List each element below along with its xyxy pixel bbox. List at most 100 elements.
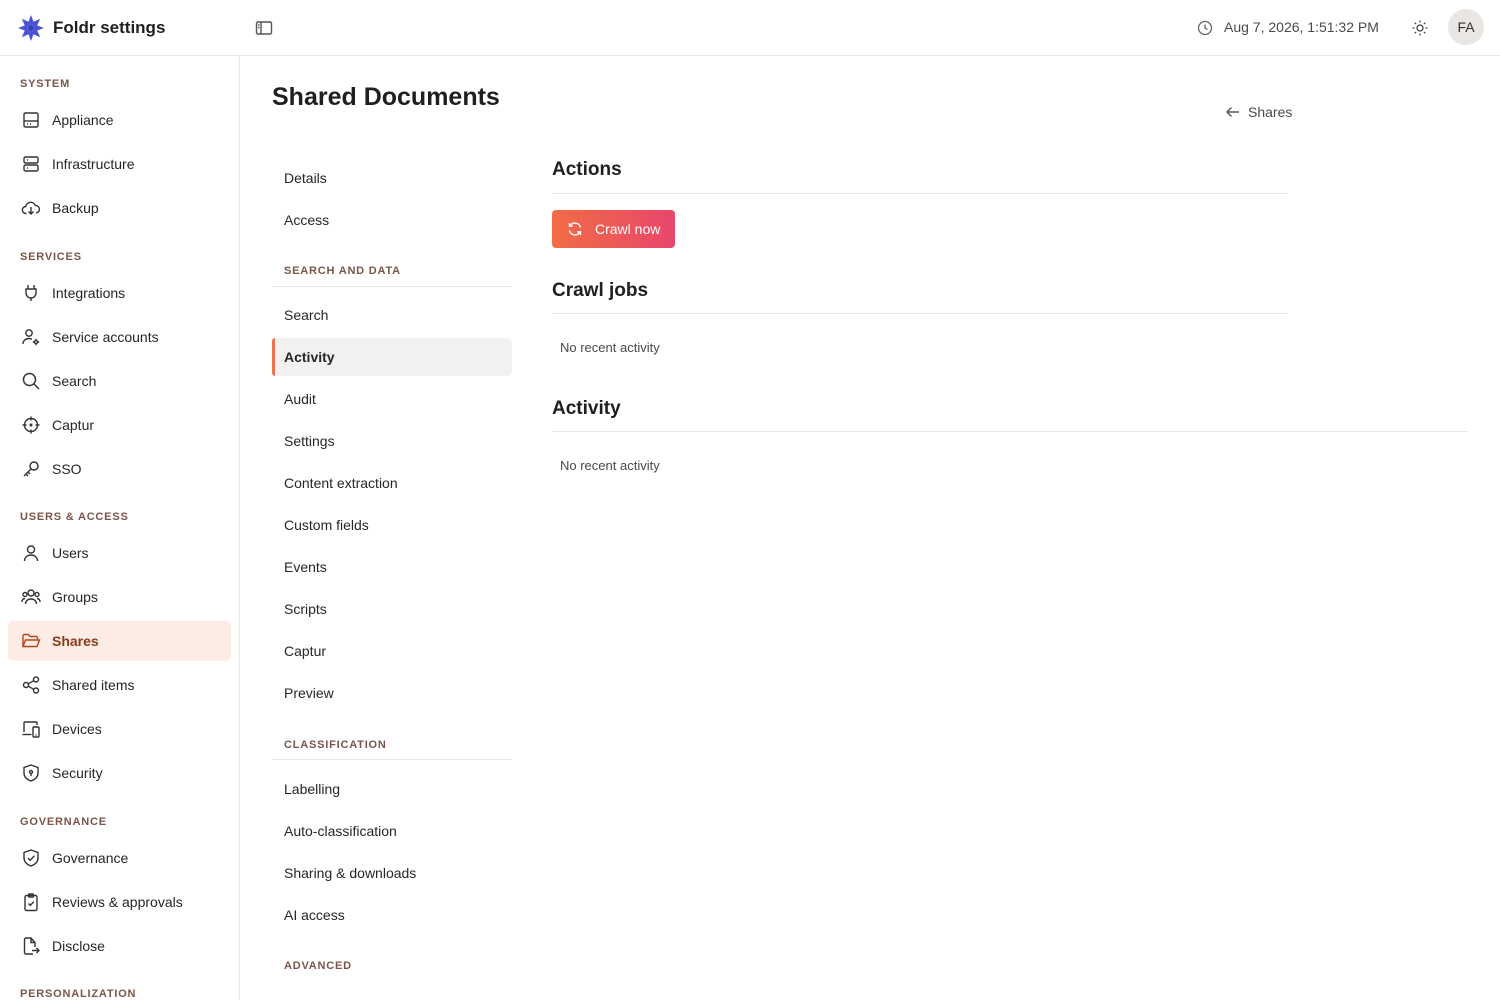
subnav-item-auto-classification[interactable]: Auto-classification — [272, 812, 512, 850]
subnav-item-label: Scripts — [284, 601, 327, 617]
subnav-item-label: Events — [284, 559, 327, 575]
sidebar-item-sso[interactable]: SSO — [8, 449, 231, 489]
sidebar-item-shared-items[interactable]: Shared items — [8, 665, 231, 705]
section-divider — [552, 193, 1288, 194]
clipboard-check-icon — [21, 892, 41, 912]
sidebar-item-groups[interactable]: Groups — [8, 577, 231, 617]
sidebar-item-label: Groups — [52, 589, 98, 605]
subnav-divider — [272, 759, 512, 760]
sidebar-item-label: Search — [52, 373, 97, 389]
sidebar-item-shares[interactable]: Shares — [8, 621, 231, 661]
activity-section-title: Activity — [552, 398, 621, 419]
sidebar-item-label: Shares — [52, 633, 99, 649]
sidebar-section-users-access: USERS & ACCESS — [20, 511, 129, 523]
arrow-left-icon — [1226, 107, 1239, 117]
sidebar-item-label: Devices — [52, 721, 102, 737]
subnav-item-labelling[interactable]: Labelling — [272, 770, 512, 808]
users-group-icon — [21, 587, 41, 607]
subnav-item-events[interactable]: Events — [272, 548, 512, 586]
section-divider — [552, 313, 1288, 314]
sidebar-item-reviews-approvals[interactable]: Reviews & approvals — [8, 882, 231, 922]
key-icon — [21, 459, 41, 479]
sidebar-item-captur[interactable]: Captur — [8, 405, 231, 445]
actions-section-title: Actions — [552, 159, 622, 180]
subnav-item-label: Search — [284, 307, 329, 323]
sidebar-item-search[interactable]: Search — [8, 361, 231, 401]
subnav-item-ai-access[interactable]: AI access — [272, 896, 512, 934]
subnav-item-scripts[interactable]: Scripts — [272, 590, 512, 628]
top-bar: Foldr settings Aug 7, 2026, 1:51:32 PM F… — [0, 0, 1500, 56]
subnav-item-label: Activity — [284, 349, 335, 365]
subnav-item-details[interactable]: Details — [272, 159, 512, 197]
subnav-section-advanced: ADVANCED — [284, 960, 352, 972]
sidebar-item-label: Service accounts — [52, 329, 159, 345]
subnav-item-label: Access — [284, 212, 330, 228]
sidebar-item-label: Governance — [52, 850, 129, 866]
sidebar-item-service-accounts[interactable]: Service accounts — [8, 317, 231, 357]
sidebar-item-label: Integrations — [52, 285, 126, 301]
activity-empty-state: No recent activity — [560, 458, 660, 473]
appliance-icon — [21, 110, 41, 130]
sidebar-item-label: Users — [52, 545, 89, 561]
subnav-item-custom-fields[interactable]: Custom fields — [272, 506, 512, 544]
sidebar-item-appliance[interactable]: Appliance — [8, 100, 231, 140]
sidebar-section-system: SYSTEM — [20, 78, 71, 90]
sidebar-item-label: Reviews & approvals — [52, 894, 183, 910]
subnav-item-captur[interactable]: Captur — [272, 632, 512, 670]
shield-check-icon — [21, 848, 41, 868]
subnav-item-activity[interactable]: Activity — [272, 338, 512, 376]
subnav-item-settings[interactable]: Settings — [272, 422, 512, 460]
sidebar-item-security[interactable]: Security — [8, 753, 231, 793]
subnav-divider — [272, 286, 512, 287]
sidebar: SYSTEM Appliance Infrastructure Backup S… — [0, 56, 240, 1000]
subnav-item-search[interactable]: Search — [272, 296, 512, 334]
user-icon — [21, 543, 41, 563]
current-datetime: Aug 7, 2026, 1:51:32 PM — [1224, 19, 1379, 35]
section-divider — [552, 431, 1468, 432]
subnav-item-label: Audit — [284, 391, 316, 407]
subnav-item-label: Settings — [284, 433, 335, 449]
subnav-item-label: Auto-classification — [284, 823, 397, 839]
sidebar-item-label: Backup — [52, 200, 99, 216]
back-to-shares-link[interactable]: Shares — [1225, 102, 1292, 122]
sidebar-item-disclose[interactable]: Disclose — [8, 926, 231, 966]
user-gear-icon — [21, 327, 41, 347]
subnav-item-sharing-downloads[interactable]: Sharing & downloads — [272, 854, 512, 892]
sidebar-item-label: SSO — [52, 461, 82, 477]
subnav-section-classification: CLASSIFICATION — [284, 739, 387, 751]
subnav-item-label: AI access — [284, 907, 345, 923]
subnav-item-label: Captur — [284, 643, 327, 659]
subnav-item-preview[interactable]: Preview — [272, 674, 512, 712]
cloud-download-icon — [21, 198, 41, 218]
subnav-item-label: Sharing & downloads — [284, 865, 417, 881]
crawl-jobs-empty-state: No recent activity — [560, 340, 660, 355]
file-export-icon — [21, 936, 41, 956]
sidebar-item-label: Shared items — [52, 677, 135, 693]
sidebar-item-infrastructure[interactable]: Infrastructure — [8, 144, 231, 184]
sidebar-item-label: Appliance — [52, 112, 114, 128]
sidebar-section-services: SERVICES — [20, 251, 82, 263]
sidebar-section-personalization: PERSONALIZATION — [20, 988, 137, 1000]
sidebar-item-integrations[interactable]: Integrations — [8, 273, 231, 313]
app-title: Foldr settings — [53, 18, 166, 37]
foldr-logo-icon[interactable] — [17, 14, 45, 42]
theme-toggle-sun-icon[interactable] — [1411, 19, 1429, 37]
refresh-icon — [568, 222, 582, 236]
user-avatar[interactable]: FA — [1448, 9, 1484, 45]
sidebar-item-users[interactable]: Users — [8, 533, 231, 573]
sidebar-item-governance[interactable]: Governance — [8, 838, 231, 878]
back-link-label: Shares — [1248, 104, 1293, 120]
devices-icon — [21, 719, 41, 739]
sidebar-item-devices[interactable]: Devices — [8, 709, 231, 749]
subnav-item-label: Details — [284, 170, 327, 186]
subnav-item-audit[interactable]: Audit — [272, 380, 512, 418]
subnav-item-content-extraction[interactable]: Content extraction — [272, 464, 512, 502]
sidebar-item-backup[interactable]: Backup — [8, 188, 231, 228]
sidebar-item-label: Disclose — [52, 938, 105, 954]
sidebar-section-governance: GOVERNANCE — [20, 816, 107, 828]
crawl-now-button[interactable]: Crawl now — [552, 210, 675, 248]
crawl-now-label: Crawl now — [595, 221, 661, 237]
sidebar-toggle-icon[interactable] — [255, 20, 273, 36]
folder-open-icon — [21, 631, 41, 651]
subnav-item-access[interactable]: Access — [272, 201, 512, 239]
